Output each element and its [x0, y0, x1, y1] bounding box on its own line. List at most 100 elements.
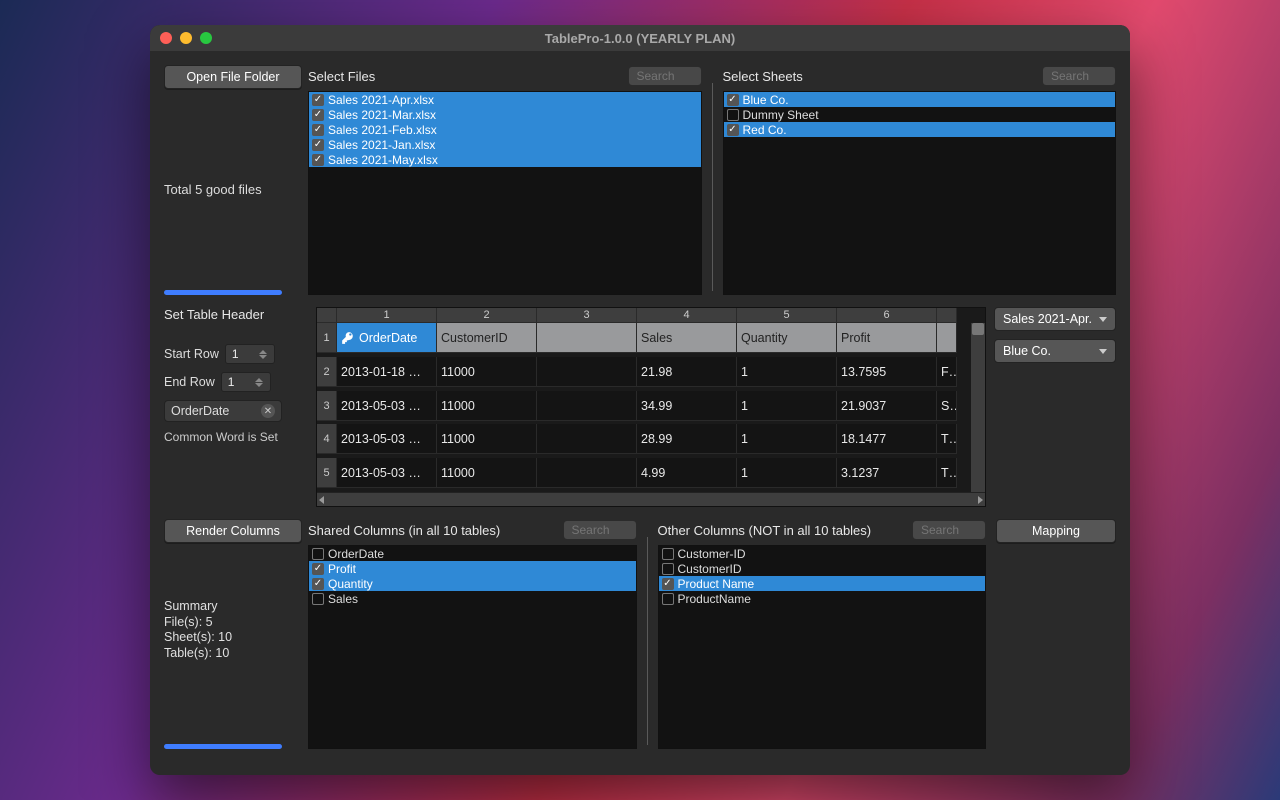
- grid-field-header[interactable]: [937, 323, 957, 353]
- grid-field-header[interactable]: Sales: [637, 323, 737, 353]
- checkbox-icon[interactable]: [312, 548, 324, 560]
- scroll-left-icon[interactable]: [319, 496, 324, 504]
- sheets-search-input[interactable]: [1042, 66, 1116, 86]
- grid-col-number[interactable]: [937, 308, 957, 323]
- other-columns-list[interactable]: Customer-IDCustomerIDProduct NameProduct…: [658, 545, 987, 749]
- list-item[interactable]: Dummy Sheet: [724, 107, 1116, 122]
- checkbox-icon[interactable]: [312, 109, 324, 121]
- checkbox-icon[interactable]: [662, 563, 674, 575]
- vertical-scrollbar[interactable]: [971, 323, 985, 492]
- grid-cell[interactable]: 2013-01-18 …: [337, 357, 437, 387]
- files-search-input[interactable]: [628, 66, 702, 86]
- grid-cell[interactable]: [537, 458, 637, 488]
- horizontal-scrollbar[interactable]: [317, 492, 985, 506]
- grid-col-number[interactable]: 2: [437, 308, 537, 323]
- grid-cell[interactable]: 1: [737, 458, 837, 488]
- scroll-right-icon[interactable]: [978, 496, 983, 504]
- list-item[interactable]: Profit: [309, 561, 636, 576]
- file-selector-dropdown[interactable]: Sales 2021-Apr.: [994, 307, 1116, 331]
- grid-field-header[interactable]: Profit: [837, 323, 937, 353]
- list-item[interactable]: Customer-ID: [659, 546, 986, 561]
- checkbox-icon[interactable]: [312, 578, 324, 590]
- grid-cell[interactable]: 1: [737, 424, 837, 454]
- open-file-folder-button[interactable]: Open File Folder: [164, 65, 302, 89]
- list-item[interactable]: Sales 2021-Feb.xlsx: [309, 122, 701, 137]
- grid-cell[interactable]: 11000: [437, 458, 537, 488]
- grid-row-number[interactable]: 5: [317, 458, 337, 488]
- list-item[interactable]: Product Name: [659, 576, 986, 591]
- list-item[interactable]: ProductName: [659, 591, 986, 606]
- render-columns-button[interactable]: Render Columns: [164, 519, 302, 543]
- grid-row-number[interactable]: 1: [317, 323, 337, 353]
- grid-cell[interactable]: 4.99: [637, 458, 737, 488]
- grid-cell[interactable]: 2013-05-03 …: [337, 458, 437, 488]
- grid-cell[interactable]: 13.7595: [837, 357, 937, 387]
- data-grid[interactable]: 123456 1OrderDateCustomerIDSalesQuantity…: [316, 307, 986, 507]
- common-word-chip[interactable]: OrderDate ✕: [164, 400, 282, 422]
- grid-cell[interactable]: 2013-05-03 …: [337, 424, 437, 454]
- titlebar[interactable]: TablePro-1.0.0 (YEARLY PLAN): [150, 25, 1130, 51]
- grid-cell[interactable]: T…: [937, 458, 957, 488]
- checkbox-icon[interactable]: [312, 593, 324, 605]
- chip-remove-icon[interactable]: ✕: [261, 404, 275, 418]
- files-list[interactable]: Sales 2021-Apr.xlsxSales 2021-Mar.xlsxSa…: [308, 91, 702, 295]
- grid-field-header[interactable]: OrderDate: [337, 323, 437, 353]
- zoom-window-button[interactable]: [200, 32, 212, 44]
- list-item[interactable]: Red Co.: [724, 122, 1116, 137]
- grid-cell[interactable]: 11000: [437, 391, 537, 421]
- grid-row-number[interactable]: 3: [317, 391, 337, 421]
- grid-cell[interactable]: 3.1237: [837, 458, 937, 488]
- grid-cell[interactable]: [537, 357, 637, 387]
- grid-cell[interactable]: 34.99: [637, 391, 737, 421]
- checkbox-icon[interactable]: [312, 139, 324, 151]
- grid-cell[interactable]: [537, 391, 637, 421]
- start-row-stepper[interactable]: 1: [225, 344, 275, 364]
- grid-col-number[interactable]: 6: [837, 308, 937, 323]
- checkbox-icon[interactable]: [662, 548, 674, 560]
- other-search-input[interactable]: [912, 520, 986, 540]
- grid-row-number[interactable]: 4: [317, 424, 337, 454]
- stepper-arrows-icon[interactable]: [255, 373, 264, 391]
- list-item[interactable]: Sales 2021-Apr.xlsx: [309, 92, 701, 107]
- grid-field-header[interactable]: Quantity: [737, 323, 837, 353]
- list-item[interactable]: Quantity: [309, 576, 636, 591]
- grid-cell[interactable]: 1: [737, 357, 837, 387]
- checkbox-icon[interactable]: [312, 124, 324, 136]
- checkbox-icon[interactable]: [662, 578, 674, 590]
- list-item[interactable]: Sales 2021-Jan.xlsx: [309, 137, 701, 152]
- sheets-list[interactable]: Blue Co.Dummy SheetRed Co.: [723, 91, 1117, 295]
- list-item[interactable]: OrderDate: [309, 546, 636, 561]
- grid-field-header[interactable]: [537, 323, 637, 353]
- checkbox-icon[interactable]: [727, 124, 739, 136]
- grid-row-number[interactable]: 2: [317, 357, 337, 387]
- shared-search-input[interactable]: [563, 520, 637, 540]
- mapping-button[interactable]: Mapping: [996, 519, 1116, 543]
- grid-cell[interactable]: T…: [937, 424, 957, 454]
- checkbox-icon[interactable]: [727, 94, 739, 106]
- grid-field-header[interactable]: CustomerID: [437, 323, 537, 353]
- list-item[interactable]: CustomerID: [659, 561, 986, 576]
- list-item[interactable]: Sales 2021-Mar.xlsx: [309, 107, 701, 122]
- grid-cell[interactable]: 28.99: [637, 424, 737, 454]
- checkbox-icon[interactable]: [727, 109, 739, 121]
- end-row-stepper[interactable]: 1: [221, 372, 271, 392]
- grid-col-number[interactable]: 3: [537, 308, 637, 323]
- grid-col-number[interactable]: 5: [737, 308, 837, 323]
- close-window-button[interactable]: [160, 32, 172, 44]
- grid-cell[interactable]: 18.1477: [837, 424, 937, 454]
- minimize-window-button[interactable]: [180, 32, 192, 44]
- grid-cell[interactable]: 2013-05-03 …: [337, 391, 437, 421]
- sheet-selector-dropdown[interactable]: Blue Co.: [994, 339, 1116, 363]
- grid-cell[interactable]: [537, 424, 637, 454]
- list-item[interactable]: Blue Co.: [724, 92, 1116, 107]
- shared-columns-list[interactable]: OrderDateProfitQuantitySales: [308, 545, 637, 749]
- grid-cell[interactable]: 11000: [437, 357, 537, 387]
- stepper-arrows-icon[interactable]: [259, 345, 268, 363]
- checkbox-icon[interactable]: [312, 563, 324, 575]
- grid-cell[interactable]: 21.9037: [837, 391, 937, 421]
- grid-cell[interactable]: 11000: [437, 424, 537, 454]
- grid-cell[interactable]: S…: [937, 391, 957, 421]
- grid-cell[interactable]: 1: [737, 391, 837, 421]
- list-item[interactable]: Sales: [309, 591, 636, 606]
- checkbox-icon[interactable]: [662, 593, 674, 605]
